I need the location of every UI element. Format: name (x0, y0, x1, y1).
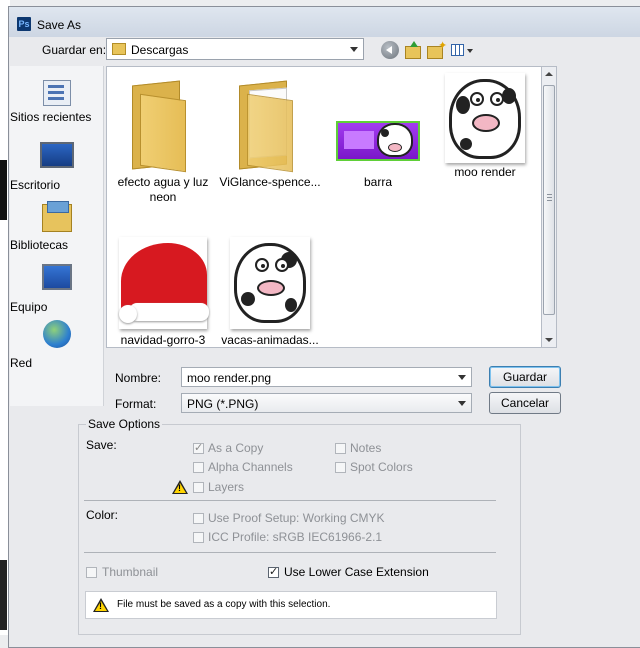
file-item-folder[interactable]: efecto agua y luz neon (110, 73, 216, 205)
view-menu-icon[interactable] (450, 41, 476, 59)
alpha-channels-checkbox[interactable] (193, 462, 204, 473)
file-item-image[interactable]: navidad-gorro-3 (110, 237, 216, 348)
file-name-field[interactable]: moo render.png (181, 367, 472, 387)
file-item-folder[interactable]: ViGlance-spence... (217, 73, 323, 190)
chevron-down-icon (350, 47, 358, 52)
place-network[interactable]: Red (10, 320, 103, 370)
scroll-down-icon[interactable] (545, 338, 553, 342)
background-shape (0, 160, 7, 220)
warning-icon: ! (93, 598, 109, 612)
santa-hat-image-thumbnail (119, 237, 209, 329)
warning-message: File must be saved as a copy with this s… (117, 599, 331, 610)
place-computer[interactable]: Equipo (10, 264, 103, 314)
proof-setup-checkbox[interactable] (193, 513, 204, 524)
spot-colors-checkbox[interactable] (335, 462, 346, 473)
warning-icon: ! (172, 480, 188, 494)
place-desktop[interactable]: Escritorio (10, 142, 103, 192)
file-item-image[interactable]: barra (325, 73, 431, 190)
separator (84, 500, 496, 501)
recent-places-icon (42, 80, 71, 106)
place-label: Red (10, 356, 33, 370)
warning-message-box: ! File must be saved as a copy with this… (85, 591, 497, 619)
icc-profile-label: ICC Profile: sRGB IEC61966-2.1 (208, 530, 383, 544)
save-in-dropdown[interactable]: Descargas (106, 38, 364, 60)
photoshop-app-icon: Ps (17, 17, 31, 31)
format-dropdown[interactable]: PNG (*.PNG) (181, 393, 472, 413)
as-a-copy-checkbox[interactable] (193, 441, 204, 454)
save-options-legend: Save Options (86, 417, 163, 431)
format-label: Format: (115, 397, 157, 411)
layers-label: Layers (208, 480, 245, 494)
save-button[interactable]: Guardar (489, 366, 561, 388)
thumbnail-label: Thumbnail (102, 565, 159, 579)
save-label: Save: (86, 438, 117, 452)
up-folder-icon[interactable] (404, 41, 422, 59)
cow-image-thumbnail (445, 73, 525, 163)
place-libraries[interactable]: Bibliotecas (10, 201, 103, 252)
file-name: moo render (454, 165, 516, 179)
place-label: Bibliotecas (10, 238, 69, 252)
network-icon (42, 320, 71, 348)
file-name: navidad-gorro-3 (120, 333, 206, 347)
file-list[interactable]: efecto agua y luz neon ViGlance-spence..… (106, 66, 543, 348)
file-name-label: Nombre: (115, 371, 162, 385)
file-name: ViGlance-spence... (219, 175, 321, 189)
image-thumbnail (333, 73, 423, 173)
downloads-folder-icon (112, 43, 126, 55)
place-label: Escritorio (10, 178, 61, 192)
scrollbar-thumb[interactable] (543, 85, 555, 315)
format-value: PNG (*.PNG) (187, 397, 259, 411)
place-recent[interactable]: Sitios recientes (10, 80, 103, 124)
thumbnail-checkbox[interactable] (86, 567, 97, 578)
alpha-channels-label: Alpha Channels (208, 460, 293, 474)
file-list-scrollbar[interactable] (541, 66, 557, 348)
proof-setup-label: Use Proof Setup: Working CMYK (208, 511, 385, 525)
title-bar[interactable]: Ps Save As (9, 7, 640, 37)
cancel-button[interactable]: Cancelar (489, 392, 561, 414)
file-name: efecto agua y luz neon (117, 175, 209, 204)
notes-checkbox[interactable] (335, 443, 346, 454)
file-name: vacas-animadas... (221, 333, 319, 347)
icc-profile-checkbox[interactable] (193, 532, 204, 543)
spot-colors-label: Spot Colors (350, 460, 413, 474)
separator (84, 552, 496, 553)
save-in-value: Descargas (131, 43, 189, 57)
file-name-value: moo render.png (187, 371, 272, 385)
as-a-copy-label: As a Copy (208, 441, 264, 455)
cow-image-thumbnail (230, 237, 310, 329)
folder-icon (225, 73, 315, 173)
notes-label: Notes (350, 441, 382, 455)
places-bar: Sitios recientes Escritorio Bibliotecas … (10, 66, 104, 406)
lower-case-extension-label: Use Lower Case Extension (284, 565, 429, 579)
window-title: Save As (37, 18, 82, 32)
new-folder-icon[interactable]: ✦ (427, 41, 447, 59)
place-label: Sitios recientes (10, 110, 92, 124)
lower-case-extension-checkbox[interactable] (268, 565, 279, 578)
folder-icon (118, 73, 208, 173)
file-name: barra (363, 175, 392, 189)
chevron-down-icon (458, 401, 466, 406)
layers-checkbox[interactable] (193, 482, 204, 493)
place-label: Equipo (10, 300, 48, 314)
file-item-image[interactable]: moo render (432, 73, 538, 180)
file-item-image[interactable]: vacas-animadas... (217, 237, 323, 348)
back-icon[interactable] (381, 41, 399, 59)
desktop-icon (39, 142, 74, 168)
color-label: Color: (86, 508, 119, 522)
libraries-icon (41, 201, 72, 232)
computer-icon (41, 264, 72, 290)
scroll-up-icon[interactable] (545, 72, 553, 76)
background-shape (0, 560, 7, 630)
chevron-down-icon[interactable] (458, 375, 466, 380)
save-in-label: Guardar en: (42, 43, 107, 57)
